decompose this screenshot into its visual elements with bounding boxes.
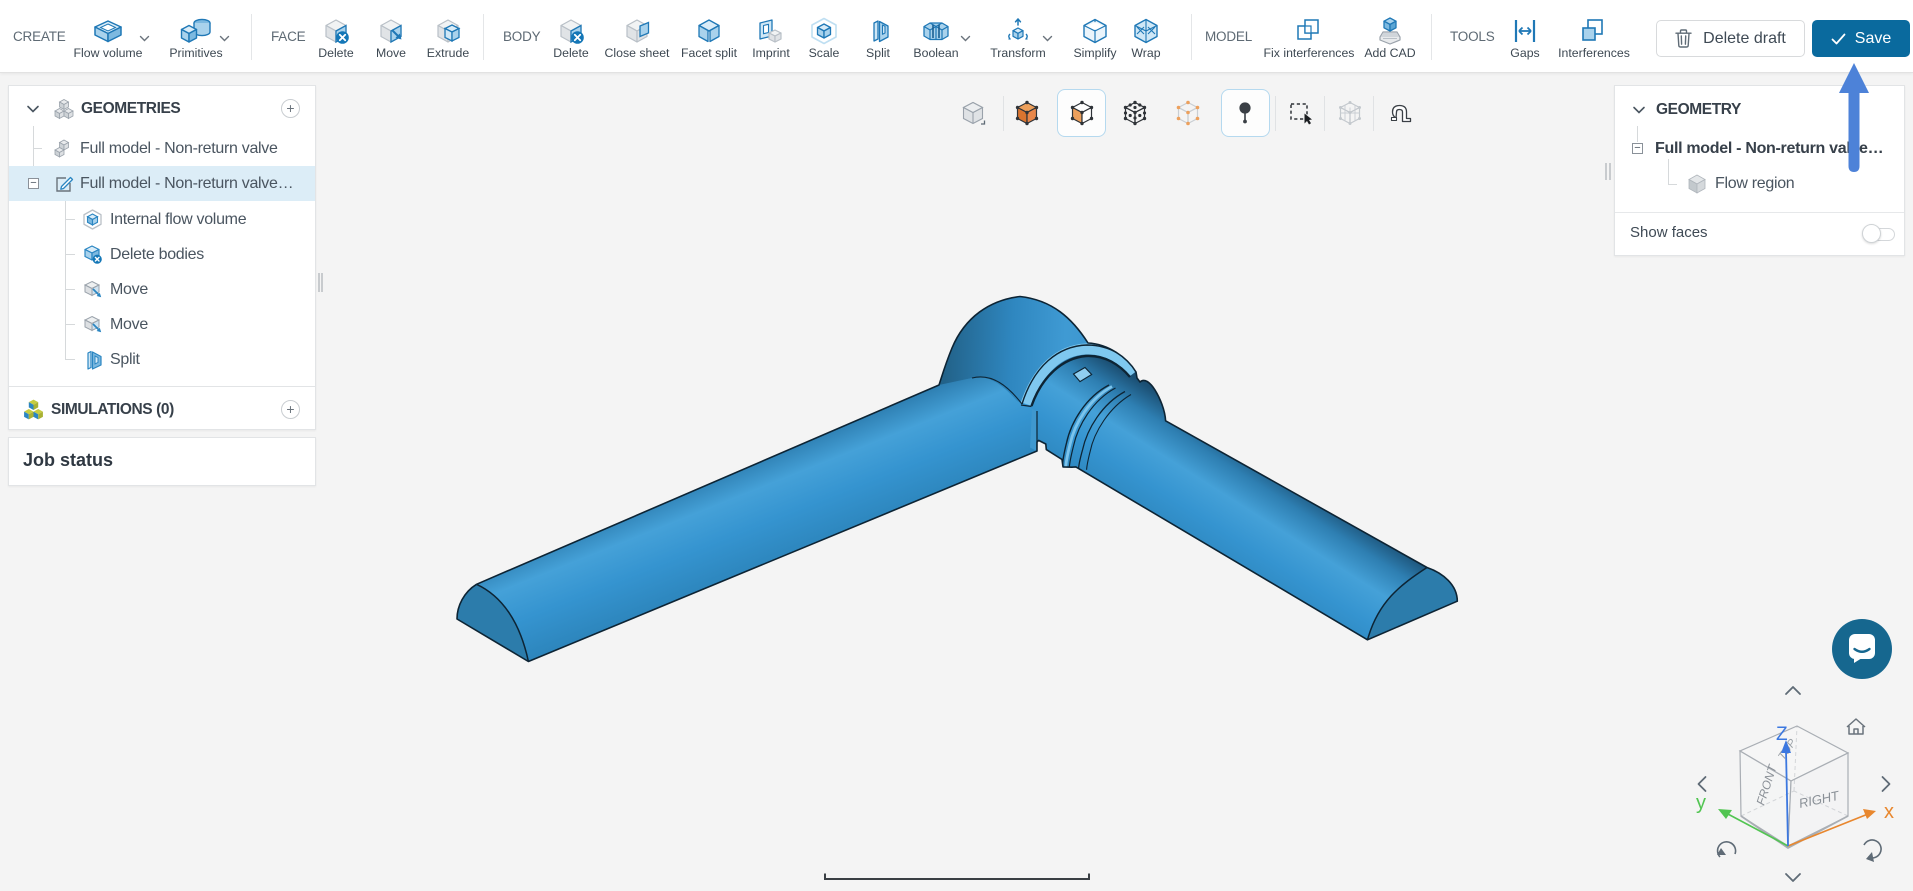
svg-text:x: x bbox=[1884, 801, 1894, 823]
svg-text:y: y bbox=[1696, 792, 1706, 814]
svg-text:Z: Z bbox=[1776, 724, 1788, 745]
